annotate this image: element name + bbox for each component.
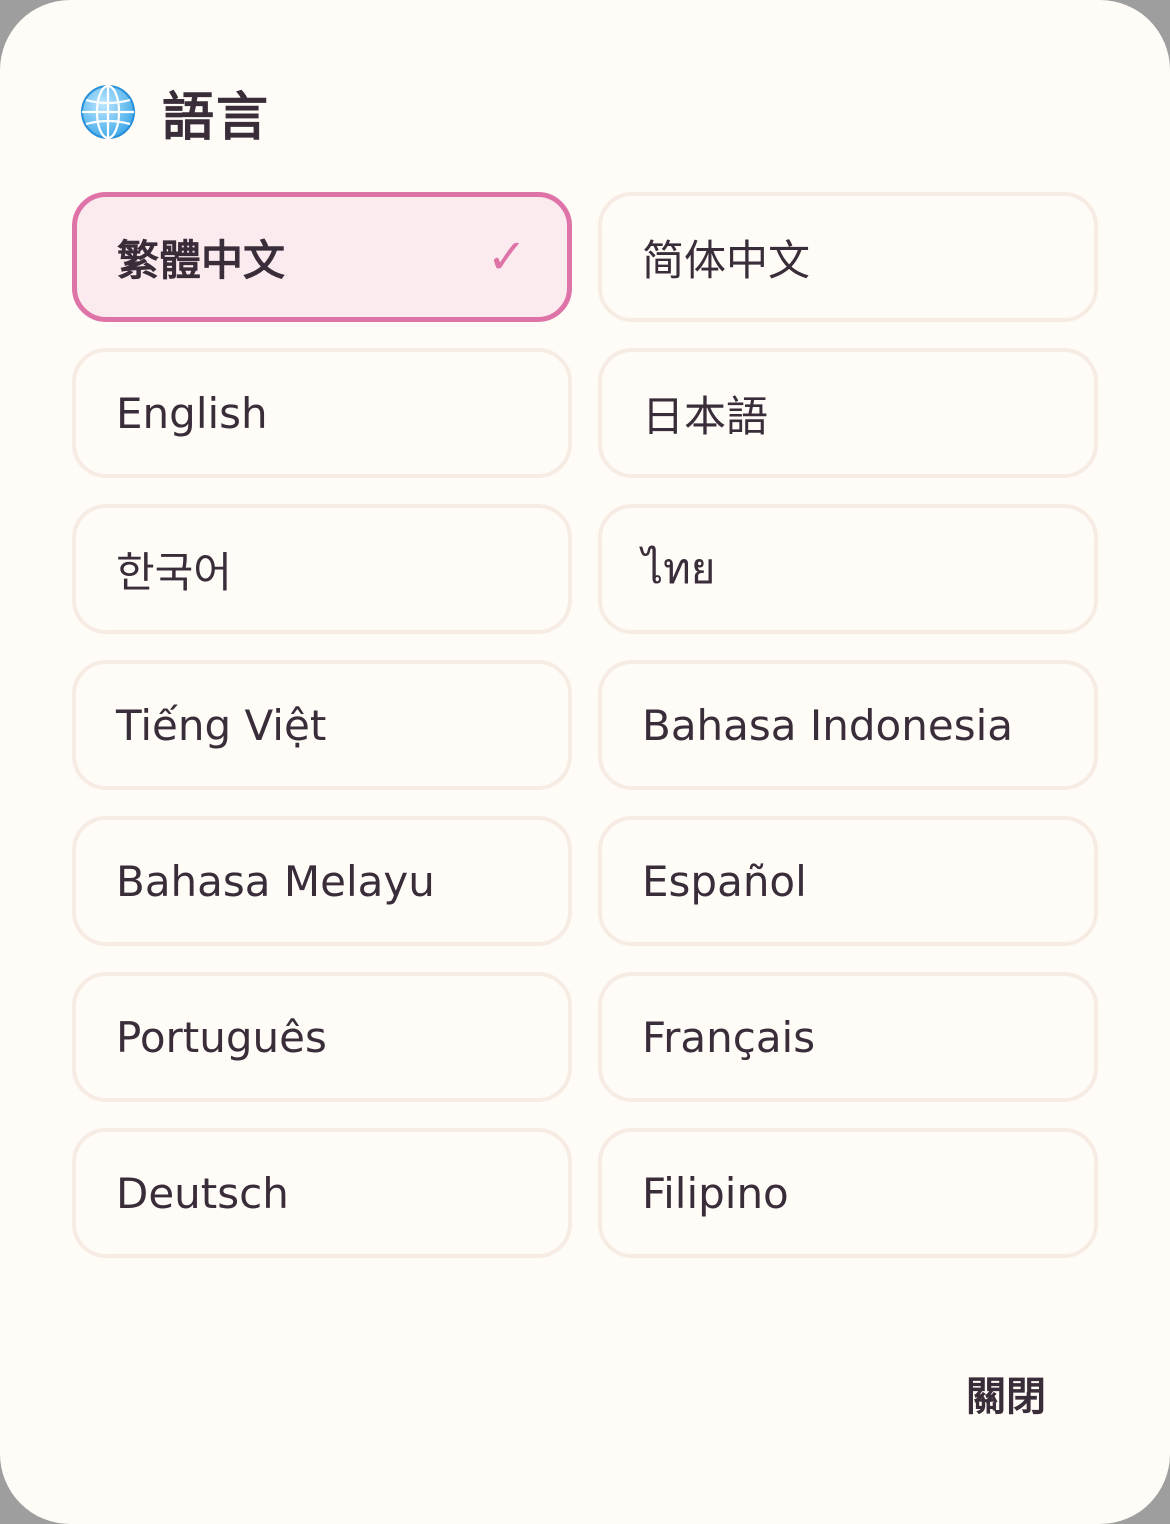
language-option-label: 简体中文 [642, 235, 811, 285]
language-option-label: Français [642, 1012, 816, 1062]
language-option-label: 한국어 [116, 547, 232, 597]
language-option-label: English [116, 388, 268, 438]
language-option-label: Deutsch [116, 1168, 289, 1218]
checkmark-icon: ✓ [486, 229, 527, 285]
language-option-label: Bahasa Indonesia [642, 700, 1013, 750]
language-option-label: 繁體中文 [117, 235, 286, 285]
language-option[interactable]: Tiếng Việt [72, 660, 572, 790]
language-option[interactable]: ไทย [598, 504, 1098, 634]
language-option-label: Filipino [642, 1168, 789, 1218]
language-option[interactable]: 繁體中文 ✓ [72, 192, 572, 322]
language-option[interactable]: 한국어 [72, 504, 572, 634]
language-option[interactable]: Bahasa Indonesia [598, 660, 1098, 790]
language-dialog: 語言 繁體中文 ✓ 简体中文 English 日本語 한국어 ไทย Tiếng Việt Ba… [0, 0, 1170, 1524]
language-option[interactable]: Français [598, 972, 1098, 1102]
language-option-label: Bahasa Melayu [116, 856, 435, 906]
dialog-title: 語言 [162, 87, 271, 148]
language-grid: 繁體中文 ✓ 简体中文 English 日本語 한국어 ไทย Tiếng Việt Bahas… [72, 192, 1098, 1258]
language-option-label: 日本語 [642, 391, 769, 441]
language-option-label: Português [116, 1012, 327, 1062]
language-option[interactable]: Español [598, 816, 1098, 946]
language-option[interactable]: English [72, 348, 572, 478]
language-option[interactable]: Deutsch [72, 1128, 572, 1258]
language-option[interactable]: Bahasa Melayu [72, 816, 572, 946]
language-option-label: Tiếng Việt [116, 700, 327, 750]
language-option[interactable]: Filipino [598, 1128, 1098, 1258]
language-option[interactable]: 日本語 [598, 348, 1098, 478]
close-button[interactable]: 關閉 [966, 1364, 1046, 1422]
language-option[interactable]: Português [72, 972, 572, 1102]
dialog-header: 語言 [80, 80, 270, 148]
language-option-label: ไทย [642, 544, 716, 593]
globe-icon [80, 84, 136, 140]
language-option-label: Español [642, 856, 807, 906]
language-option[interactable]: 简体中文 [598, 192, 1098, 322]
